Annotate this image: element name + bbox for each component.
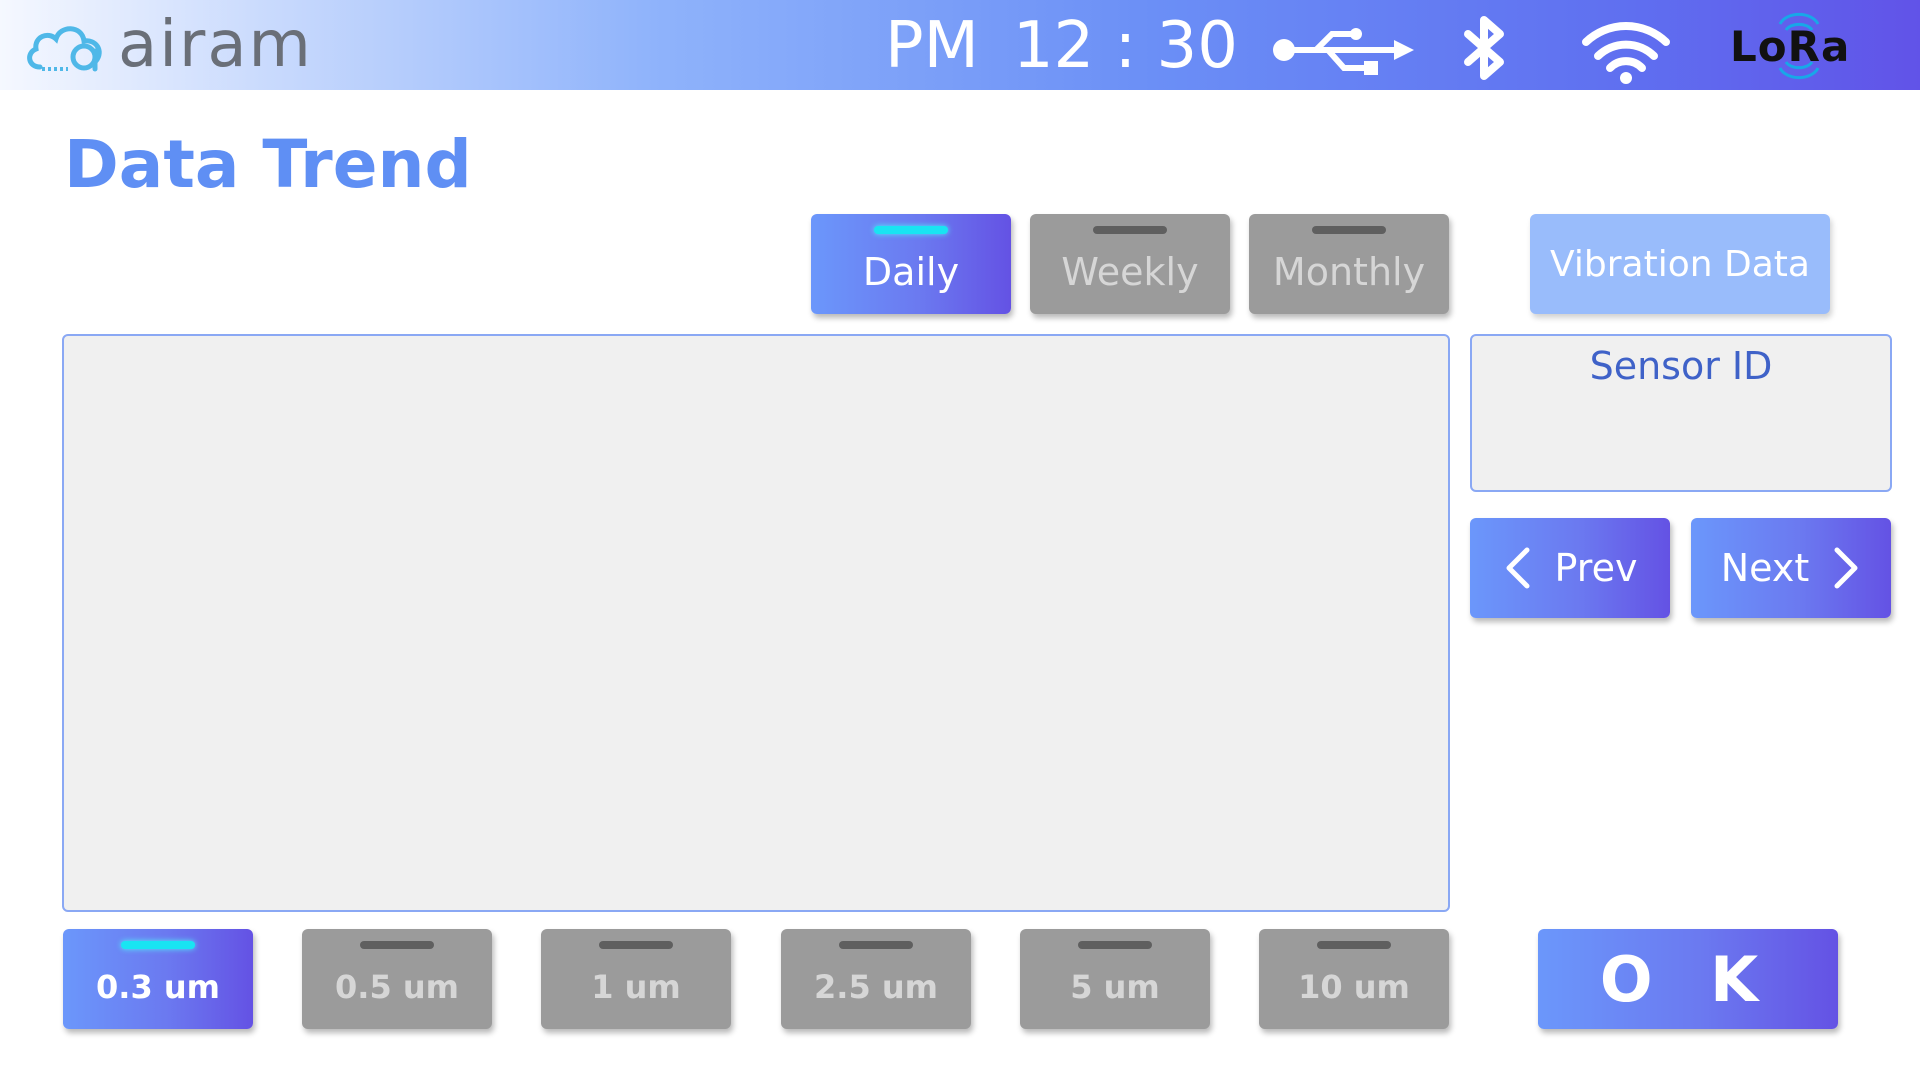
bluetooth-icon	[1464, 16, 1504, 80]
clock: PM 12 : 30	[885, 8, 1238, 84]
ok-label: O K	[1599, 942, 1777, 1016]
next-label: Next	[1720, 546, 1810, 590]
inactive-indicator	[839, 941, 913, 949]
inactive-indicator	[1078, 941, 1152, 949]
size-5um-button[interactable]: 5 um	[1020, 929, 1210, 1029]
inactive-indicator	[360, 941, 434, 949]
prev-button-content: Prev	[1503, 546, 1638, 590]
inactive-indicator	[1093, 226, 1167, 234]
inactive-indicator	[599, 941, 673, 949]
size-label: 1 um	[591, 968, 681, 1006]
vibration-data-label: Vibration Data	[1550, 243, 1810, 285]
size-label: 5 um	[1070, 968, 1160, 1006]
status-bar: airam PM 12 : 30 LoRa	[0, 0, 1920, 90]
inactive-indicator	[1312, 226, 1386, 234]
prev-button[interactable]: Prev	[1470, 518, 1670, 618]
chevron-left-icon	[1506, 547, 1530, 589]
tab-daily[interactable]: Daily	[811, 214, 1011, 314]
size-0-5um-button[interactable]: 0.5 um	[302, 929, 492, 1029]
prev-label: Prev	[1554, 546, 1638, 590]
active-indicator	[121, 941, 195, 949]
next-button[interactable]: Next	[1691, 518, 1891, 618]
size-1um-button[interactable]: 1 um	[541, 929, 731, 1029]
sensor-id-label: Sensor ID	[1589, 344, 1773, 388]
next-button-content: Next	[1721, 546, 1862, 590]
tab-monthly[interactable]: Monthly	[1249, 214, 1449, 314]
clock-ampm: PM	[885, 9, 979, 83]
logo-text: airam	[118, 8, 313, 82]
sensor-id-panel: Sensor ID	[1470, 334, 1892, 492]
trend-chart-area	[62, 334, 1450, 912]
inactive-indicator	[1317, 941, 1391, 949]
vibration-data-button[interactable]: Vibration Data	[1530, 214, 1830, 314]
wifi-icon	[1582, 22, 1670, 84]
ok-button[interactable]: O K	[1538, 929, 1838, 1029]
size-label: 2.5 um	[814, 968, 938, 1006]
size-2-5um-button[interactable]: 2.5 um	[781, 929, 971, 1029]
chevron-right-icon	[1834, 547, 1858, 589]
cloud-logo-icon	[27, 26, 102, 72]
tab-label: Weekly	[1061, 250, 1199, 294]
size-label: 0.5 um	[335, 968, 459, 1006]
airam-logo: airam	[22, 12, 313, 82]
tab-label: Daily	[862, 250, 960, 294]
usb-icon	[1273, 28, 1414, 75]
size-label: 0.3 um	[96, 968, 220, 1006]
lora-text: LoRa	[1730, 22, 1851, 71]
size-label: 10 um	[1298, 968, 1410, 1006]
active-indicator	[874, 226, 948, 234]
tab-weekly[interactable]: Weekly	[1030, 214, 1230, 314]
tab-label: Monthly	[1272, 250, 1426, 294]
size-0-3um-button[interactable]: 0.3 um	[63, 929, 253, 1029]
lora-icon: LoRa	[1718, 10, 1868, 82]
clock-time: 12 : 30	[1012, 9, 1238, 83]
page-title: Data Trend	[64, 126, 472, 203]
size-10um-button[interactable]: 10 um	[1259, 929, 1449, 1029]
